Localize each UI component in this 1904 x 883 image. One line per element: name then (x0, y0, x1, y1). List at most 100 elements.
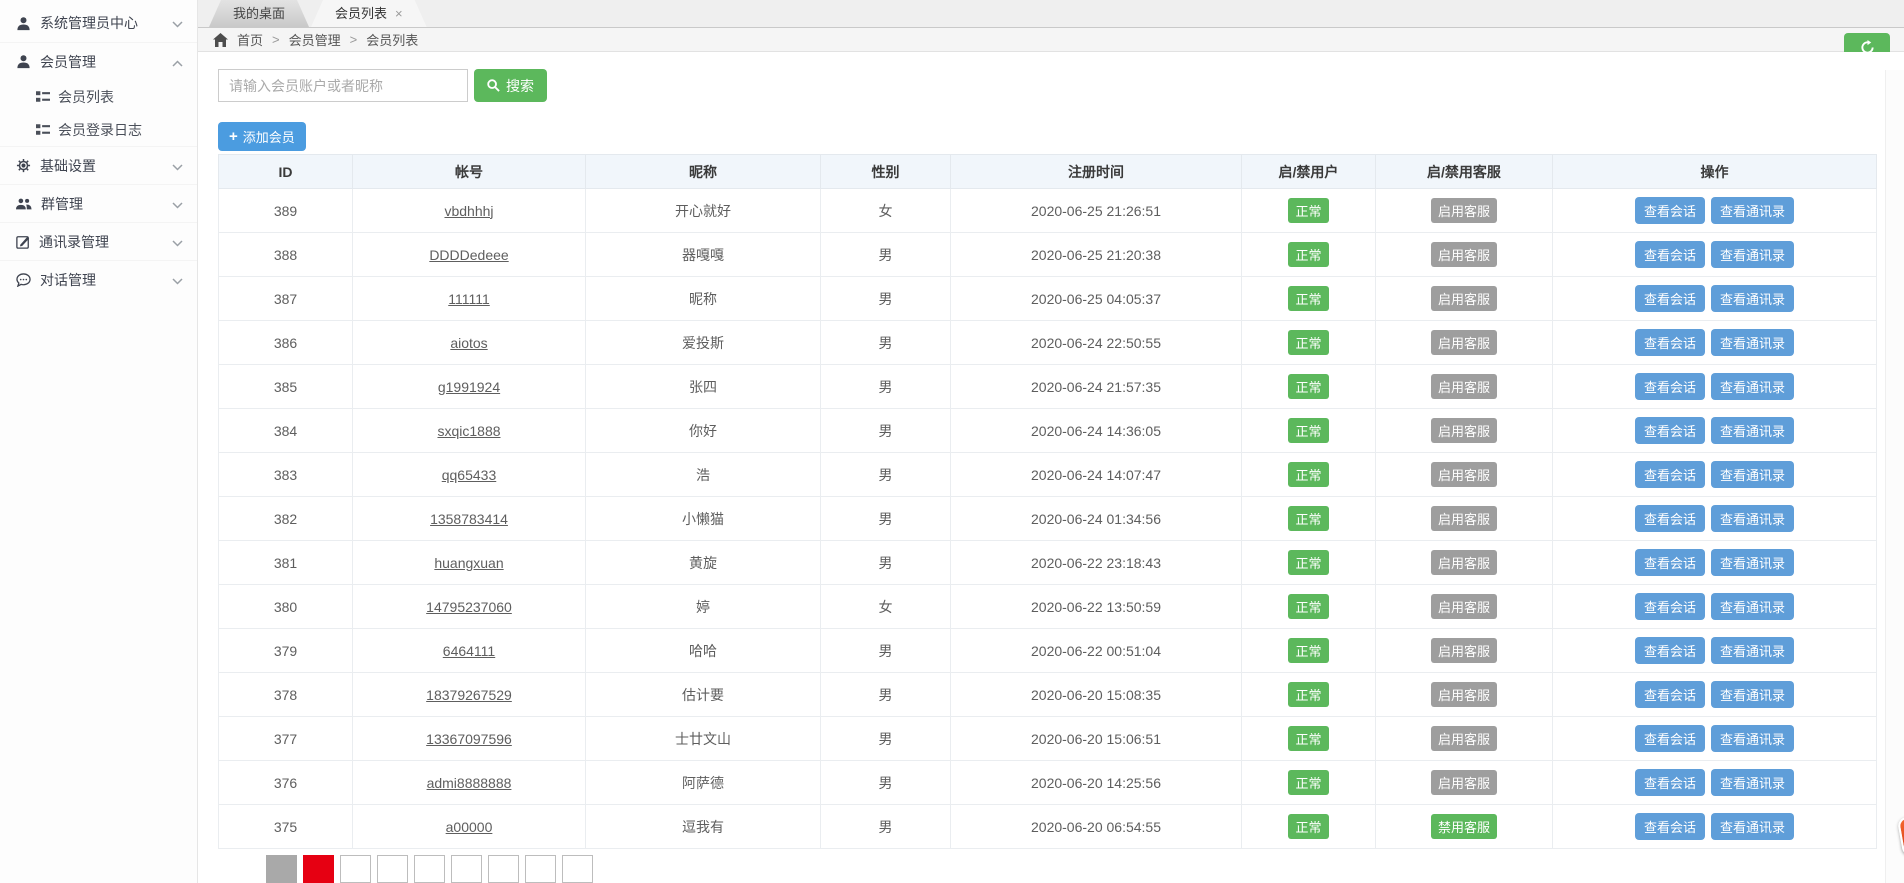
sidebar-item-2[interactable]: 基础设置 (0, 146, 197, 184)
account-link[interactable]: sxqic1888 (437, 423, 500, 439)
view-session-button[interactable]: 查看会话 (1634, 505, 1705, 532)
account-link[interactable]: vbdhhhj (444, 203, 493, 219)
user-status-badge[interactable]: 正常 (1288, 594, 1329, 619)
scrollbar[interactable] (1885, 70, 1904, 883)
account-link[interactable]: admi8888888 (427, 775, 512, 791)
view-contacts-button[interactable]: 查看通讯录 (1711, 813, 1795, 840)
user-status-badge[interactable]: 正常 (1288, 682, 1329, 707)
pagination-prev-button[interactable] (266, 855, 297, 883)
pagination-page-button[interactable] (451, 855, 482, 883)
view-contacts-button[interactable]: 查看通讯录 (1711, 637, 1795, 664)
service-status-badge[interactable]: 启用客服 (1430, 770, 1497, 795)
account-link[interactable]: aiotos (450, 335, 487, 351)
view-contacts-button[interactable]: 查看通讯录 (1711, 593, 1795, 620)
service-status-badge[interactable]: 启用客服 (1430, 242, 1497, 267)
user-status-badge[interactable]: 正常 (1288, 638, 1329, 663)
view-session-button[interactable]: 查看会话 (1634, 769, 1705, 796)
view-session-button[interactable]: 查看会话 (1634, 461, 1705, 488)
pagination-page-button[interactable] (562, 855, 593, 883)
view-session-button[interactable]: 查看会话 (1634, 813, 1705, 840)
view-contacts-button[interactable]: 查看通讯录 (1711, 549, 1795, 576)
breadcrumb-member-list[interactable]: 会员列表 (366, 30, 418, 49)
view-session-button[interactable]: 查看会话 (1634, 373, 1705, 400)
view-session-button[interactable]: 查看会话 (1634, 197, 1705, 224)
service-status-badge[interactable]: 启用客服 (1430, 198, 1497, 223)
account-link[interactable]: 14795237060 (426, 599, 512, 615)
user-status-badge[interactable]: 正常 (1288, 462, 1329, 487)
account-link[interactable]: DDDDedeee (429, 247, 508, 263)
service-status-badge[interactable]: 启用客服 (1430, 638, 1497, 663)
search-button[interactable]: 搜索 (474, 69, 547, 102)
view-session-button[interactable]: 查看会话 (1634, 637, 1705, 664)
account-link[interactable]: 13367097596 (426, 731, 512, 747)
view-session-button[interactable]: 查看会话 (1634, 285, 1705, 312)
view-session-button[interactable]: 查看会话 (1634, 681, 1705, 708)
sidebar-item-1[interactable]: 会员管理 (0, 42, 197, 80)
view-contacts-button[interactable]: 查看通讯录 (1711, 285, 1795, 312)
user-status-badge[interactable]: 正常 (1288, 330, 1329, 355)
service-status-badge[interactable]: 启用客服 (1430, 594, 1497, 619)
user-status-badge[interactable]: 正常 (1288, 242, 1329, 267)
service-status-badge[interactable]: 启用客服 (1430, 330, 1497, 355)
view-session-button[interactable]: 查看会话 (1634, 329, 1705, 356)
service-status-badge[interactable]: 启用客服 (1430, 726, 1497, 751)
sidebar-item-5[interactable]: 对话管理 (0, 260, 197, 298)
view-contacts-button[interactable]: 查看通讯录 (1711, 461, 1795, 488)
view-contacts-button[interactable]: 查看通讯录 (1711, 417, 1795, 444)
account-link[interactable]: g1991924 (438, 379, 500, 395)
view-contacts-button[interactable]: 查看通讯录 (1711, 505, 1795, 532)
service-status-badge[interactable]: 启用客服 (1430, 374, 1497, 399)
view-contacts-button[interactable]: 查看通讯录 (1711, 197, 1795, 224)
pagination-page-button[interactable] (488, 855, 519, 883)
view-contacts-button[interactable]: 查看通讯录 (1711, 725, 1795, 752)
pagination-page-button[interactable] (414, 855, 445, 883)
service-status-badge[interactable]: 启用客服 (1430, 418, 1497, 443)
user-status-badge[interactable]: 正常 (1288, 726, 1329, 751)
service-status-badge[interactable]: 启用客服 (1430, 286, 1497, 311)
user-status-badge[interactable]: 正常 (1288, 550, 1329, 575)
pagination-page-button[interactable] (525, 855, 556, 883)
account-link[interactable]: huangxuan (434, 555, 503, 571)
breadcrumb-member-management[interactable]: 会员管理 (289, 30, 341, 49)
account-link[interactable]: 6464111 (443, 643, 495, 659)
sidebar-subitem-1-0[interactable]: 会员列表 (0, 80, 197, 113)
sidebar-item-3[interactable]: 群管理 (0, 184, 197, 222)
user-status-badge[interactable]: 正常 (1288, 814, 1329, 839)
view-contacts-button[interactable]: 查看通讯录 (1711, 329, 1795, 356)
view-contacts-button[interactable]: 查看通讯录 (1711, 681, 1795, 708)
breadcrumb-home[interactable]: 首页 (237, 30, 263, 49)
view-contacts-button[interactable]: 查看通讯录 (1711, 241, 1795, 268)
user-status-badge[interactable]: 正常 (1288, 374, 1329, 399)
view-session-button[interactable]: 查看会话 (1634, 593, 1705, 620)
pagination-current-page[interactable] (303, 855, 334, 883)
tab-1[interactable]: 会员列表 × (311, 0, 427, 27)
service-status-badge[interactable]: 启用客服 (1430, 462, 1497, 487)
view-session-button[interactable]: 查看会话 (1634, 725, 1705, 752)
view-contacts-button[interactable]: 查看通讯录 (1711, 769, 1795, 796)
user-status-badge[interactable]: 正常 (1288, 198, 1329, 223)
user-status-badge[interactable]: 正常 (1288, 770, 1329, 795)
pagination-page-button[interactable] (377, 855, 408, 883)
view-session-button[interactable]: 查看会话 (1634, 549, 1705, 576)
account-link[interactable]: 1358783414 (430, 511, 508, 527)
add-member-button[interactable]: + 添加会员 (218, 122, 306, 151)
close-icon[interactable]: × (395, 7, 403, 20)
service-status-badge[interactable]: 启用客服 (1430, 506, 1497, 531)
user-status-badge[interactable]: 正常 (1288, 506, 1329, 531)
account-link[interactable]: a00000 (446, 819, 493, 835)
user-status-badge[interactable]: 正常 (1288, 418, 1329, 443)
service-status-badge[interactable]: 禁用客服 (1430, 814, 1497, 839)
user-status-badge[interactable]: 正常 (1288, 286, 1329, 311)
sidebar-subitem-1-1[interactable]: 会员登录日志 (0, 113, 197, 146)
sidebar-item-0[interactable]: 系统管理员中心 (0, 4, 197, 42)
view-session-button[interactable]: 查看会话 (1634, 417, 1705, 444)
view-session-button[interactable]: 查看会话 (1634, 241, 1705, 268)
tab-0[interactable]: 我的桌面 (209, 0, 309, 27)
account-link[interactable]: qq65433 (442, 467, 497, 483)
account-link[interactable]: 111111 (448, 291, 490, 307)
search-input[interactable] (218, 69, 468, 102)
sidebar-item-4[interactable]: 通讯录管理 (0, 222, 197, 260)
service-status-badge[interactable]: 启用客服 (1430, 682, 1497, 707)
view-contacts-button[interactable]: 查看通讯录 (1711, 373, 1795, 400)
pagination-page-button[interactable] (340, 855, 371, 883)
